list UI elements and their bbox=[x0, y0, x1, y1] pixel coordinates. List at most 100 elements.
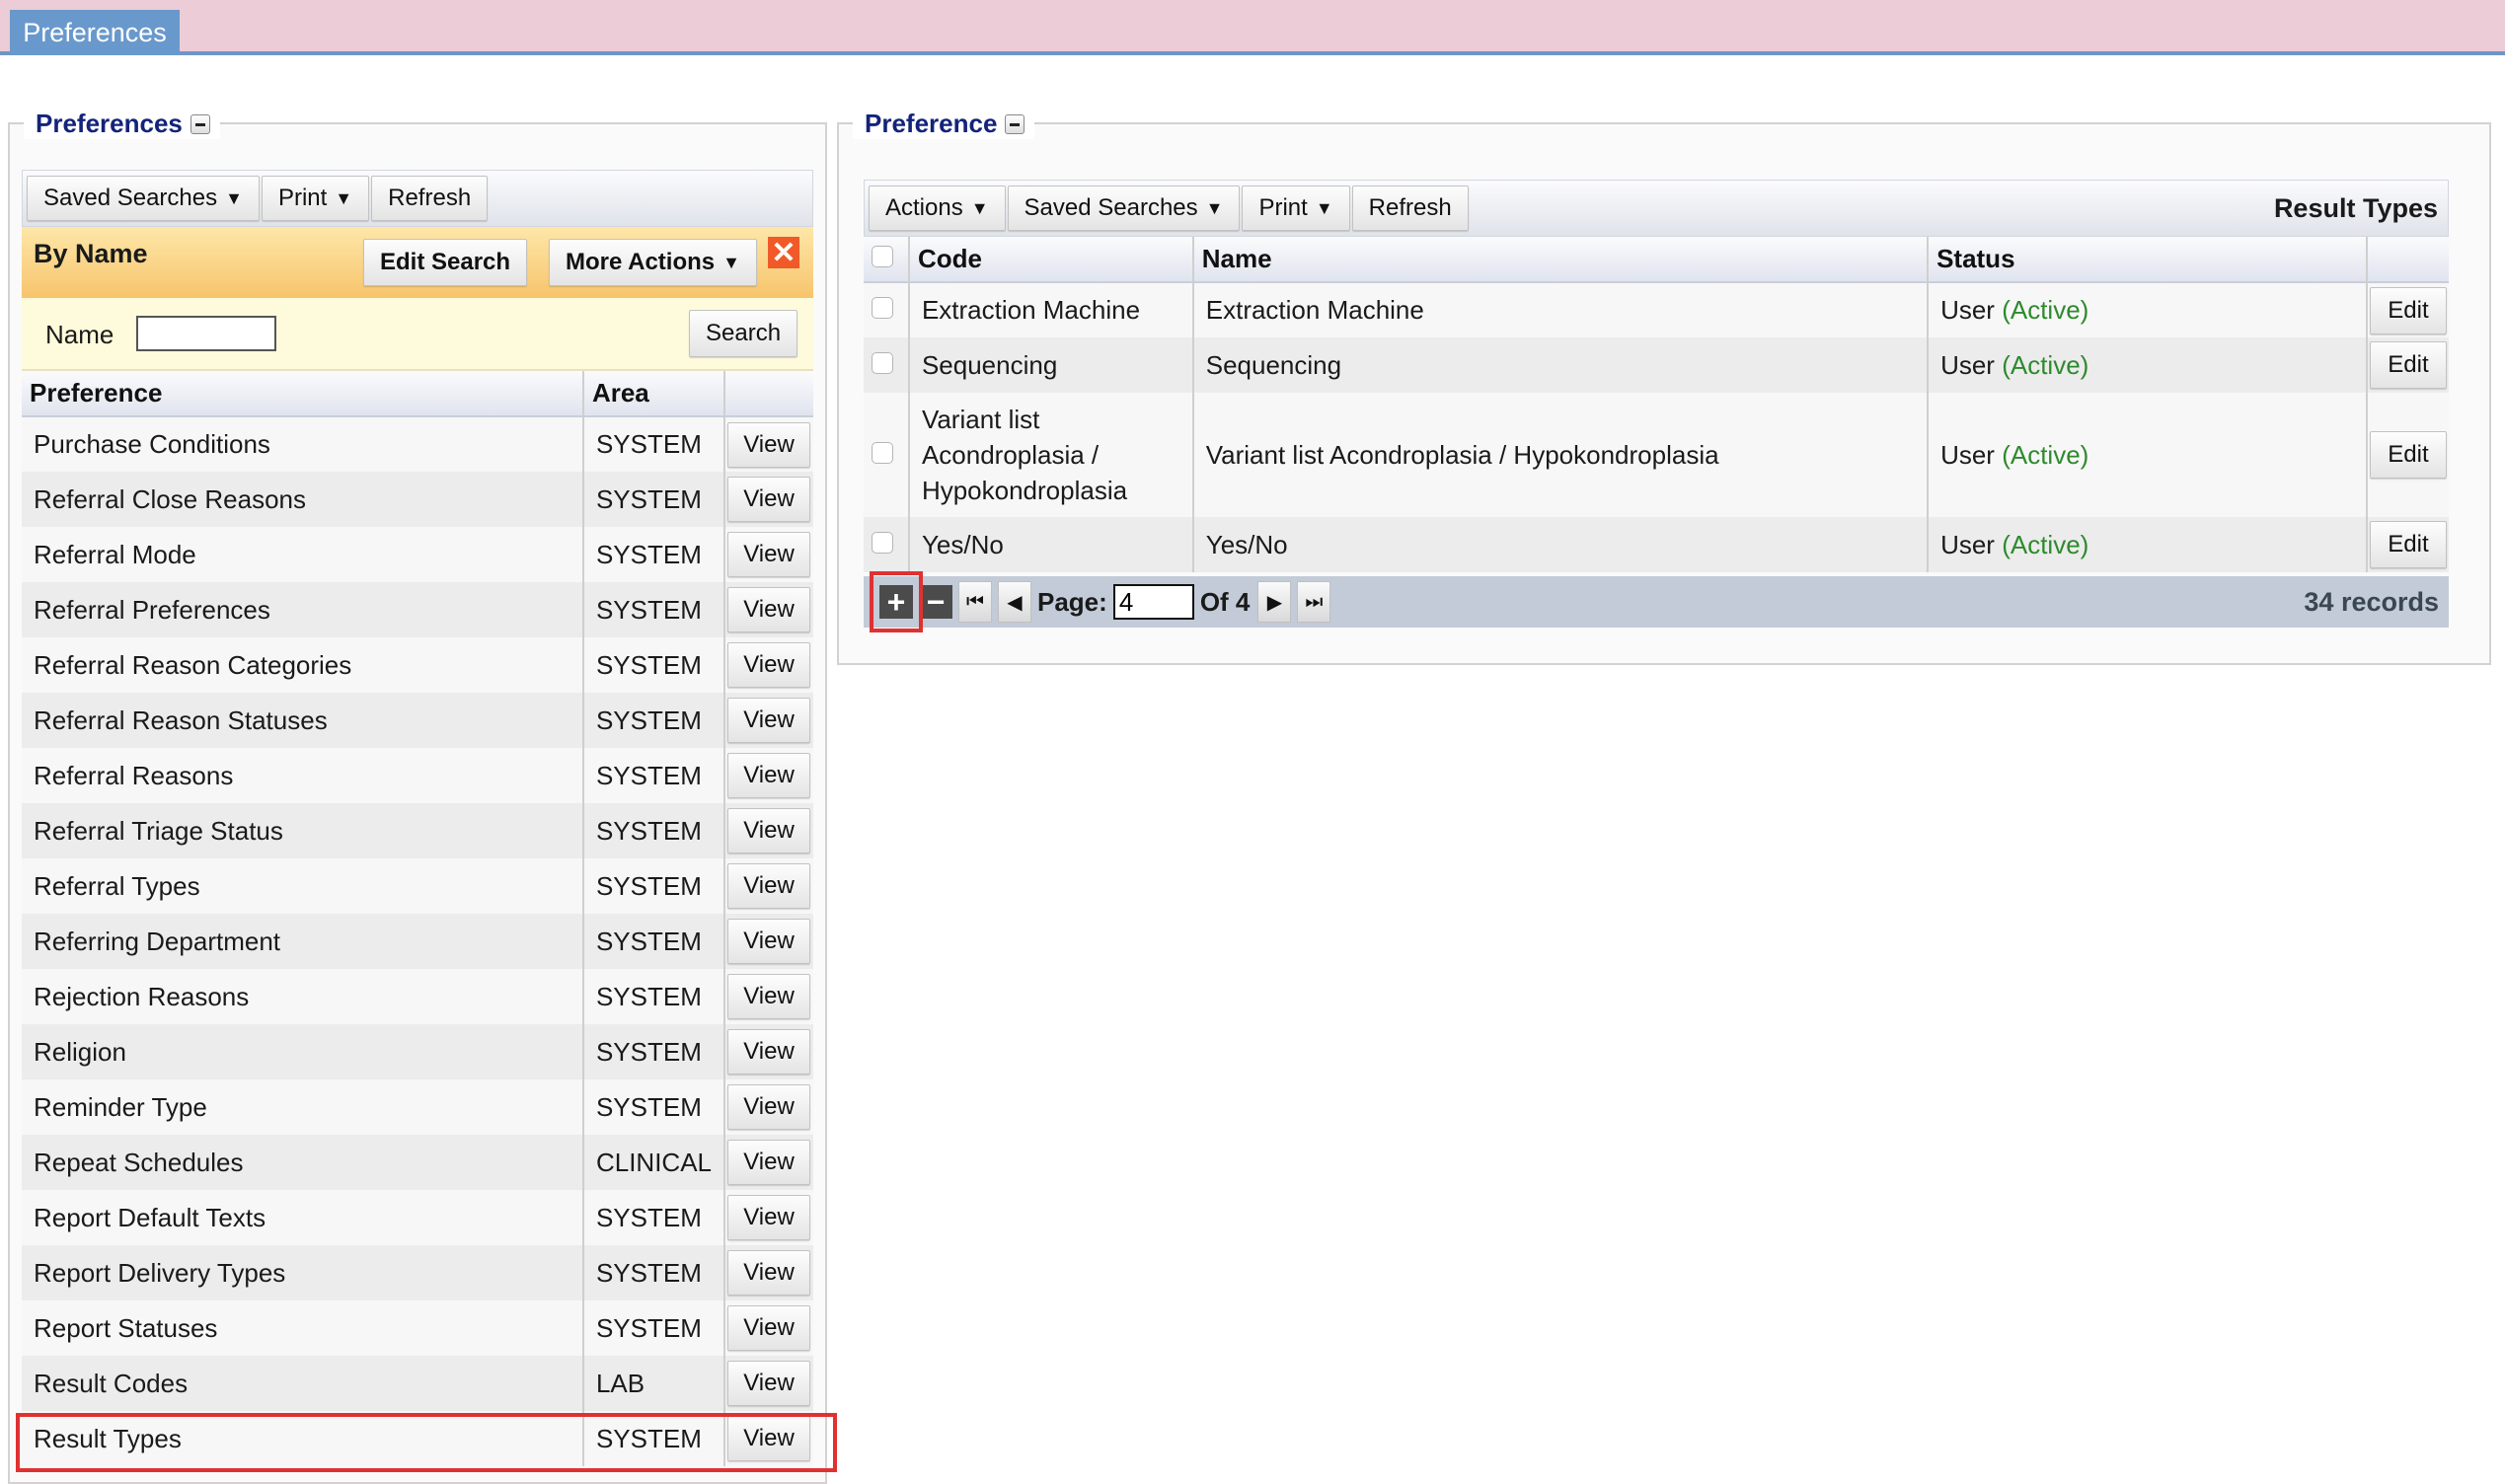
table-row[interactable]: Referral Mode SYSTEM View bbox=[22, 527, 813, 582]
view-button[interactable]: View bbox=[727, 421, 810, 468]
view-button[interactable]: View bbox=[727, 1084, 810, 1130]
actions-button[interactable]: Actions ▼ bbox=[869, 186, 1006, 231]
edit-button[interactable]: Edit bbox=[2369, 431, 2447, 479]
preference-name: Referral Reason Categories bbox=[22, 637, 583, 693]
saved-searches-button[interactable]: Saved Searches ▼ bbox=[1007, 186, 1241, 231]
search-title: By Name bbox=[34, 239, 148, 268]
table-row[interactable]: Referring Department SYSTEM View bbox=[22, 914, 813, 969]
preferences-legend: Preferences bbox=[24, 109, 220, 139]
edit-button[interactable]: Edit bbox=[2369, 521, 2447, 568]
table-row[interactable]: Extraction Machine Extraction Machine User… bbox=[864, 282, 2449, 337]
next-page-icon[interactable]: ▶ bbox=[1257, 581, 1292, 623]
row-checkbox[interactable] bbox=[872, 297, 893, 319]
print-button[interactable]: Print ▼ bbox=[261, 176, 370, 221]
table-row[interactable]: Referral Triage Status SYSTEM View bbox=[22, 803, 813, 858]
more-actions-button[interactable]: More Actions ▼ bbox=[549, 239, 757, 286]
preference-name: Referral Preferences bbox=[22, 582, 583, 637]
view-button[interactable]: View bbox=[727, 1361, 810, 1406]
view-button[interactable]: View bbox=[727, 1140, 810, 1185]
column-header-actions bbox=[723, 371, 813, 417]
table-row[interactable]: Yes/No Yes/No User (Active) Edit bbox=[864, 517, 2449, 572]
first-page-icon[interactable]: ⏮ bbox=[958, 581, 992, 623]
table-row[interactable]: Referral Preferences SYSTEM View bbox=[22, 582, 813, 637]
table-row[interactable]: Report Default Texts SYSTEM View bbox=[22, 1190, 813, 1245]
table-row[interactable]: Referral Reasons SYSTEM View bbox=[22, 748, 813, 803]
edit-cell: Edit bbox=[2365, 517, 2449, 572]
table-row[interactable]: Referral Close Reasons SYSTEM View bbox=[22, 472, 813, 527]
view-cell: View bbox=[723, 1300, 813, 1356]
print-button[interactable]: Print ▼ bbox=[1242, 186, 1350, 231]
view-button[interactable]: View bbox=[727, 1305, 810, 1351]
view-button[interactable]: View bbox=[727, 1029, 810, 1075]
refresh-button[interactable]: Refresh bbox=[371, 176, 489, 221]
page-number-input[interactable] bbox=[1112, 584, 1194, 620]
view-button[interactable]: View bbox=[727, 532, 810, 577]
saved-searches-button[interactable]: Saved Searches ▼ bbox=[27, 176, 260, 221]
grid-title: Result Types bbox=[2273, 192, 2438, 223]
row-select-cell bbox=[864, 517, 909, 572]
preference-name: Referral Close Reasons bbox=[22, 472, 583, 527]
view-button[interactable]: View bbox=[727, 477, 810, 522]
close-icon[interactable]: ✕ bbox=[768, 237, 799, 269]
select-all-checkbox[interactable] bbox=[872, 246, 893, 267]
view-button[interactable]: View bbox=[727, 808, 810, 853]
column-header-area[interactable]: Area bbox=[581, 371, 724, 417]
refresh-button[interactable]: Refresh bbox=[1351, 186, 1469, 231]
table-row[interactable]: Reminder Type SYSTEM View bbox=[22, 1079, 813, 1135]
table-row[interactable]: Result Types SYSTEM View bbox=[22, 1411, 813, 1466]
search-button[interactable]: Search bbox=[689, 310, 798, 357]
view-button[interactable]: View bbox=[727, 753, 810, 798]
edit-button[interactable]: Edit bbox=[2369, 341, 2447, 389]
preference-area: SYSTEM bbox=[581, 416, 724, 472]
minus-icon[interactable]: − bbox=[919, 584, 952, 620]
row-checkbox[interactable] bbox=[872, 441, 893, 464]
view-cell: View bbox=[723, 637, 813, 693]
view-button[interactable]: View bbox=[727, 1416, 810, 1461]
previous-page-icon[interactable]: ◀ bbox=[998, 581, 1031, 623]
table-row[interactable]: Variant list Acondroplasia / Hypokondrop… bbox=[864, 393, 2449, 517]
row-checkbox[interactable] bbox=[872, 531, 893, 554]
view-cell: View bbox=[723, 1356, 813, 1411]
view-button[interactable]: View bbox=[727, 1250, 810, 1296]
search-header: By Name Edit Search More Actions ▼ ✕ bbox=[22, 227, 813, 298]
table-row[interactable]: Referral Reason Categories SYSTEM View bbox=[22, 637, 813, 693]
table-row[interactable]: Referral Reason Statuses SYSTEM View bbox=[22, 693, 813, 748]
view-button[interactable]: View bbox=[727, 974, 810, 1019]
view-button[interactable]: View bbox=[727, 1195, 810, 1240]
column-header-status[interactable]: Status bbox=[1927, 237, 2367, 283]
view-button[interactable]: View bbox=[727, 587, 810, 632]
table-row[interactable]: Rejection Reasons SYSTEM View bbox=[22, 969, 813, 1024]
view-cell: View bbox=[723, 527, 813, 582]
column-header-name[interactable]: Name bbox=[1191, 237, 1929, 283]
add-button[interactable]: + bbox=[870, 571, 923, 632]
code-cell: Variant list Acondroplasia / Hypokondrop… bbox=[907, 393, 1193, 517]
view-button[interactable]: View bbox=[727, 698, 810, 743]
table-row[interactable]: Religion SYSTEM View bbox=[22, 1024, 813, 1079]
table-row[interactable]: Result Codes LAB View bbox=[22, 1356, 813, 1411]
last-page-icon[interactable]: ⏭ bbox=[1297, 581, 1331, 623]
table-row[interactable]: Referral Types SYSTEM View bbox=[22, 858, 813, 914]
view-button[interactable]: View bbox=[727, 919, 810, 964]
view-button[interactable]: View bbox=[727, 863, 810, 909]
collapse-icon[interactable] bbox=[190, 113, 210, 134]
view-cell: View bbox=[723, 1245, 813, 1300]
name-input[interactable] bbox=[136, 316, 276, 351]
column-header-preference[interactable]: Preference bbox=[22, 371, 583, 417]
status-cell: User (Active) bbox=[1927, 517, 2367, 572]
edit-search-button[interactable]: Edit Search bbox=[363, 239, 528, 286]
edit-cell: Edit bbox=[2365, 393, 2449, 517]
collapse-icon[interactable] bbox=[1005, 113, 1025, 134]
view-button[interactable]: View bbox=[727, 642, 810, 688]
table-row[interactable]: Purchase Conditions SYSTEM View bbox=[22, 416, 813, 472]
edit-button[interactable]: Edit bbox=[2369, 286, 2447, 334]
code-cell: Extraction Machine bbox=[907, 282, 1193, 337]
row-select-cell bbox=[864, 393, 909, 517]
column-header-code[interactable]: Code bbox=[907, 237, 1193, 283]
table-row[interactable]: Sequencing Sequencing User (Active) Edit bbox=[864, 337, 2449, 393]
row-checkbox[interactable] bbox=[872, 351, 893, 374]
table-row[interactable]: Report Delivery Types SYSTEM View bbox=[22, 1245, 813, 1300]
preference-area: SYSTEM bbox=[581, 582, 724, 637]
tab-preferences[interactable]: Preferences bbox=[10, 10, 180, 55]
table-row[interactable]: Report Statuses SYSTEM View bbox=[22, 1300, 813, 1356]
table-row[interactable]: Repeat Schedules CLINICAL View bbox=[22, 1135, 813, 1190]
